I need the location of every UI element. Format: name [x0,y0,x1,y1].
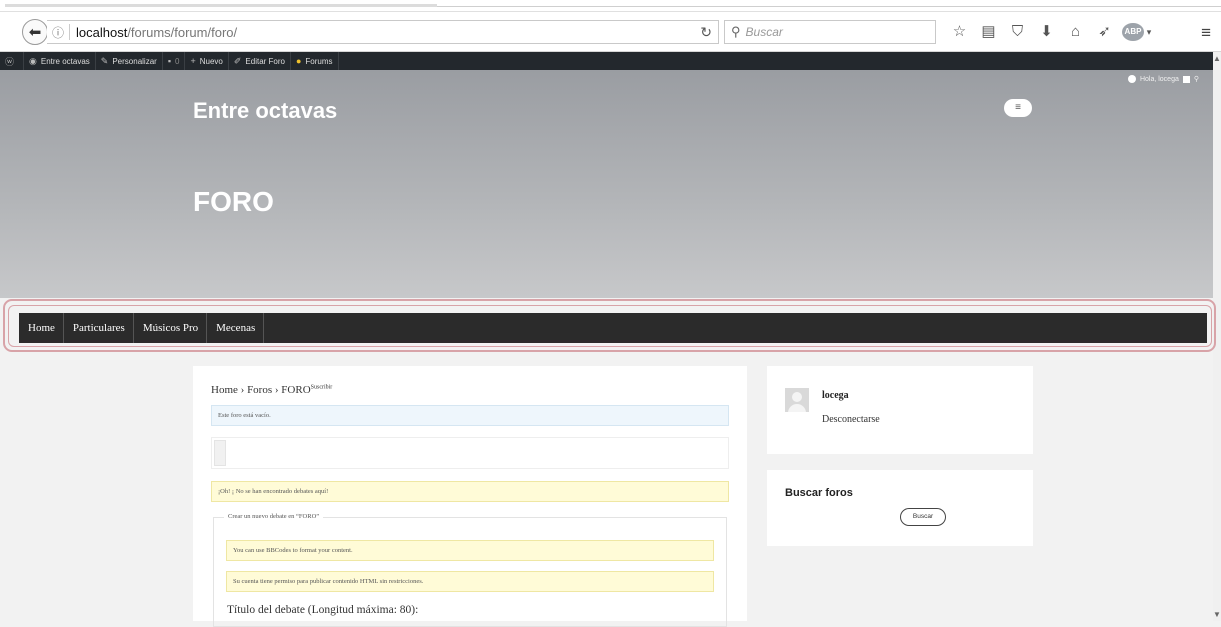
nav-item-home[interactable]: Home [19,313,64,343]
greeting-text: Hola, locega [1139,75,1179,83]
forums-icon: ● [295,56,302,66]
empty-forum-notice: Este foro está vacío. [211,405,729,426]
url-separator [69,24,70,40]
plus-icon: + [190,56,196,66]
admin-new-link[interactable]: + Nuevo [185,52,229,70]
scroll-down-icon[interactable]: ▼ [1213,610,1221,619]
search-button[interactable]: Buscar [900,508,946,526]
subscribe-link[interactable]: Suscribir [311,384,333,390]
active-tab-indicator[interactable] [5,4,437,7]
tab-strip [0,0,1221,12]
breadcrumb-home[interactable]: Home [211,384,238,396]
admin-forums-label: Forums [305,56,333,66]
browser-toolbar: ☆ ▤ ⛉ ⬇ ⌂ ➶ ABP ▾ [948,22,1166,42]
back-button[interactable]: ⬅ [22,19,48,45]
placeholder-stub [214,440,226,466]
breadcrumb-foros[interactable]: Foros [247,384,272,396]
no-topics-notice: ¡Oh! ¡ No se han encontrado debates aquí… [211,481,729,502]
topic-list-placeholder [211,437,729,469]
admin-comments-link[interactable]: ▪ 0 [163,52,186,70]
breadcrumb: Home › Foros › FOROSuscribir [211,384,332,396]
main-navigation: Home Particulares Músicos Pro Mecenas [19,313,1207,343]
send-tab-icon[interactable]: ➶ [1093,22,1116,42]
avatar[interactable] [785,388,809,412]
wp-admin-bar: ⓦ ◉ Entre octavas ✎ Personalizar ▪ 0 + Nuevo… [0,52,1213,70]
breadcrumb-separator: › [274,384,279,396]
logout-link[interactable]: Desconectarse [822,414,880,425]
nav-item-musicos-pro[interactable]: Músicos Pro [134,313,208,343]
admin-edit-label: Editar Foro [245,56,285,66]
avatar [1182,75,1190,83]
back-arrow-icon: ⬅ [28,24,42,41]
admin-edit-link[interactable]: ✐ Editar Foro [229,52,291,70]
admin-site-label: Entre octavas [40,56,90,66]
user-widget: locega Desconectarse [767,366,1033,454]
pencil-icon: ✐ [233,55,242,66]
settings-icon [1127,75,1136,83]
site-info-icon[interactable]: ⓘ [47,24,69,41]
browser-search-input[interactable]: ⚲ Buscar [724,20,936,44]
search-icon[interactable]: ⚲ [1194,75,1199,83]
brush-icon: ✎ [100,55,109,66]
chevron-down-icon[interactable]: ▾ [1144,22,1154,42]
admin-forums-link[interactable]: ● Forums [291,52,339,70]
search-icon: ⚲ [731,24,741,39]
pocket-icon[interactable]: ⛉ [1006,22,1029,42]
admin-customize-link[interactable]: ✎ Personalizar [96,52,163,70]
search-placeholder: Buscar [745,25,783,39]
comment-icon: ▪ [167,56,172,66]
tab-strip-line [437,6,1221,7]
admin-customize-label: Personalizar [112,56,157,66]
menu-toggle-button[interactable]: ≡ [1004,99,1032,117]
new-topic-legend: Crear un nuevo debate en “FORO” [224,513,324,520]
user-greeting[interactable]: Hola, locega ⚲ [1127,75,1199,83]
forum-content: Home › Foros › FOROSuscribir Este foro e… [193,366,747,627]
admin-site-link[interactable]: ◉ Entre octavas [24,52,96,70]
breadcrumb-current: FORO [281,384,311,396]
bookmark-star-icon[interactable]: ☆ [948,22,971,42]
downloads-icon[interactable]: ⬇ [1035,22,1058,42]
menu-icon[interactable]: ≡ [1201,23,1211,43]
scroll-up-icon[interactable]: ▲ [1213,54,1221,63]
nav-item-particulares[interactable]: Particulares [64,313,134,343]
url-path: /forums/forum/foro/ [127,24,238,40]
new-topic-form: Crear un nuevo debate en “FORO” You can … [213,513,727,627]
bbcodes-notice: You can use BBCodes to format your conte… [226,540,714,561]
url-host: localhost [76,24,128,40]
breadcrumb-separator: › [240,384,245,396]
browser-navbar: ⬅ ⓘ localhost/forums/forum/foro/ ↻ ⚲ Bus… [0,12,1221,52]
wp-logo-item[interactable]: ⓦ [0,52,25,70]
adblock-icon[interactable]: ABP [1122,23,1144,41]
comments-count: 0 [175,56,180,66]
admin-new-label: Nuevo [199,56,223,66]
forum-search-widget: Buscar foros Buscar [767,470,1033,546]
topic-title-label: Título del debate (Longitud máxima: 80): [227,604,419,616]
site-title[interactable]: Entre octavas [193,98,337,124]
site-header: Entre octavas ≡ Hola, locega ⚲ FORO [0,70,1213,298]
page-title: FORO [193,186,274,217]
dashboard-icon: ◉ [29,55,37,66]
reader-view-icon[interactable]: ▤ [977,22,1000,42]
url-bar[interactable]: ⓘ localhost/forums/forum/foro/ ↻ [47,20,719,44]
reload-icon[interactable]: ↻ [700,24,712,41]
nav-item-mecenas[interactable]: Mecenas [207,313,265,343]
search-widget-title: Buscar foros [785,487,853,499]
wordpress-icon: ⓦ [5,56,15,67]
username-link[interactable]: locega [822,390,849,401]
html-permission-notice: Su cuenta tiene permiso para publicar co… [226,571,714,592]
home-icon[interactable]: ⌂ [1064,22,1087,42]
